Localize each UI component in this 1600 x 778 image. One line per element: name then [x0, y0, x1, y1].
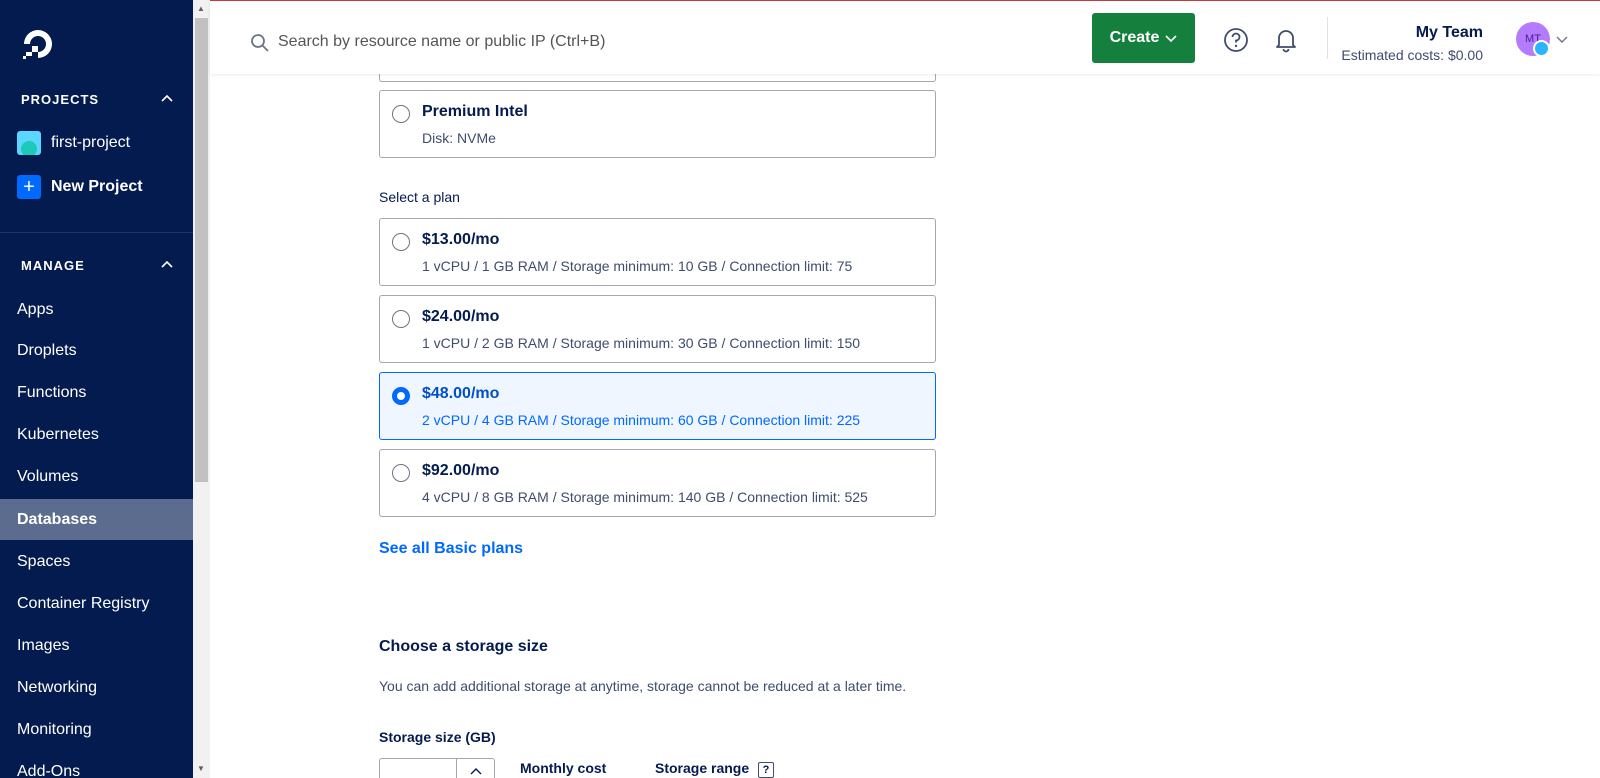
plus-icon: + [17, 175, 41, 199]
storage-description: You can add additional storage at anytim… [379, 678, 907, 694]
plan-specs: 1 vCPU / 2 GB RAM / Storage minimum: 30 … [422, 335, 861, 351]
chevron-down-icon[interactable] [1556, 33, 1568, 45]
plan-price: $13.00/mo [422, 231, 500, 248]
sidebar-item-monitoring[interactable]: Monitoring [0, 709, 193, 750]
storage-heading: Choose a storage size [379, 638, 548, 655]
plan-price: $48.00/mo [422, 385, 500, 402]
plan-specs: 4 vCPU / 8 GB RAM / Storage minimum: 140… [422, 489, 868, 505]
see-all-plans-link[interactable]: See all Basic plans [379, 540, 523, 558]
header-divider [1327, 17, 1328, 59]
sidebar: PROJECTS first-project + New Project MAN… [0, 0, 193, 778]
cpu-option-card-premium-intel[interactable]: Premium Intel Disk: NVMe [379, 90, 936, 158]
plan-specs: 2 vCPU / 4 GB RAM / Storage minimum: 60 … [422, 412, 861, 428]
project-label: first-project [51, 134, 131, 151]
main-content: Premium Intel Disk: NVMe Select a plan $… [210, 0, 1600, 778]
new-project-button[interactable]: + New Project [17, 174, 143, 200]
sidebar-divider [0, 232, 193, 233]
select-plan-label: Select a plan [379, 189, 460, 205]
digitalocean-logo-icon[interactable] [20, 26, 56, 62]
storage-size-label: Storage size (GB) [379, 729, 496, 745]
cpu-option-title: Premium Intel [422, 103, 528, 120]
storage-size-stepper[interactable] [379, 758, 495, 778]
search-input[interactable] [278, 27, 698, 57]
radio-button[interactable] [392, 464, 410, 482]
plan-card[interactable]: $13.00/mo 1 vCPU / 1 GB RAM / Storage mi… [379, 218, 936, 286]
help-tooltip-icon[interactable]: ? [758, 762, 774, 778]
chevron-up-icon[interactable] [160, 92, 174, 106]
sidebar-item-kubernetes[interactable]: Kubernetes [0, 414, 193, 455]
sidebar-item-apps[interactable]: Apps [0, 289, 193, 330]
sidebar-item-add-ons[interactable]: Add-Ons [0, 751, 193, 778]
radio-button[interactable] [392, 233, 410, 251]
help-icon[interactable] [1223, 27, 1249, 53]
search-icon [251, 34, 269, 52]
plan-price: $24.00/mo [422, 308, 500, 325]
bell-icon[interactable] [1273, 27, 1299, 53]
sidebar-item-volumes[interactable]: Volumes [0, 456, 193, 497]
sidebar-item-spaces[interactable]: Spaces [0, 541, 193, 582]
sidebar-item-networking[interactable]: Networking [0, 667, 193, 708]
plan-card[interactable]: $92.00/mo 4 vCPU / 8 GB RAM / Storage mi… [379, 449, 936, 517]
plan-card[interactable]: $24.00/mo 1 vCPU / 2 GB RAM / Storage mi… [379, 295, 936, 363]
create-button[interactable]: Create [1092, 13, 1195, 63]
team-badge-icon [1533, 40, 1550, 57]
new-project-label: New Project [51, 178, 143, 195]
plan-price: $92.00/mo [422, 462, 500, 479]
chevron-up-icon[interactable] [160, 258, 174, 272]
radio-button-checked[interactable] [392, 387, 410, 405]
estimated-costs: Estimated costs: $0.00 [1341, 47, 1483, 63]
chevron-up-icon [470, 768, 482, 775]
top-header: Create My Team Estimated costs: $0.00 MT [210, 0, 1600, 74]
sidebar-item-images[interactable]: Images [0, 625, 193, 666]
projects-heading: PROJECTS [21, 92, 100, 107]
scroll-up-arrow-icon[interactable]: ▲ [197, 4, 205, 13]
radio-button[interactable] [392, 310, 410, 328]
plan-specs: 1 vCPU / 1 GB RAM / Storage minimum: 10 … [422, 258, 853, 274]
scrollbar-thumb[interactable] [195, 18, 208, 482]
monthly-cost-label: Monthly cost [520, 760, 607, 776]
project-avatar-icon [17, 131, 41, 155]
cpu-option-subtitle: Disk: NVMe [422, 130, 496, 146]
storage-range-label: Storage range [655, 760, 750, 776]
sidebar-item-databases[interactable]: Databases [0, 499, 193, 540]
sidebar-scrollbar[interactable]: ▲ ▼ [193, 0, 210, 778]
sidebar-item-container-registry[interactable]: Container Registry [0, 583, 193, 624]
create-button-label: Create [1109, 29, 1160, 46]
scroll-down-arrow-icon[interactable]: ▼ [197, 764, 205, 773]
sidebar-item-droplets[interactable]: Droplets [0, 330, 193, 371]
sidebar-project-first-project[interactable]: first-project [17, 130, 130, 156]
chevron-down-icon [1165, 35, 1177, 43]
plan-card-selected[interactable]: $48.00/mo 2 vCPU / 4 GB RAM / Storage mi… [379, 372, 936, 440]
team-name[interactable]: My Team [1416, 24, 1483, 42]
stepper-increment-button[interactable] [456, 759, 495, 778]
radio-button[interactable] [392, 105, 410, 123]
sidebar-item-functions[interactable]: Functions [0, 372, 193, 413]
manage-heading: MANAGE [21, 258, 85, 273]
